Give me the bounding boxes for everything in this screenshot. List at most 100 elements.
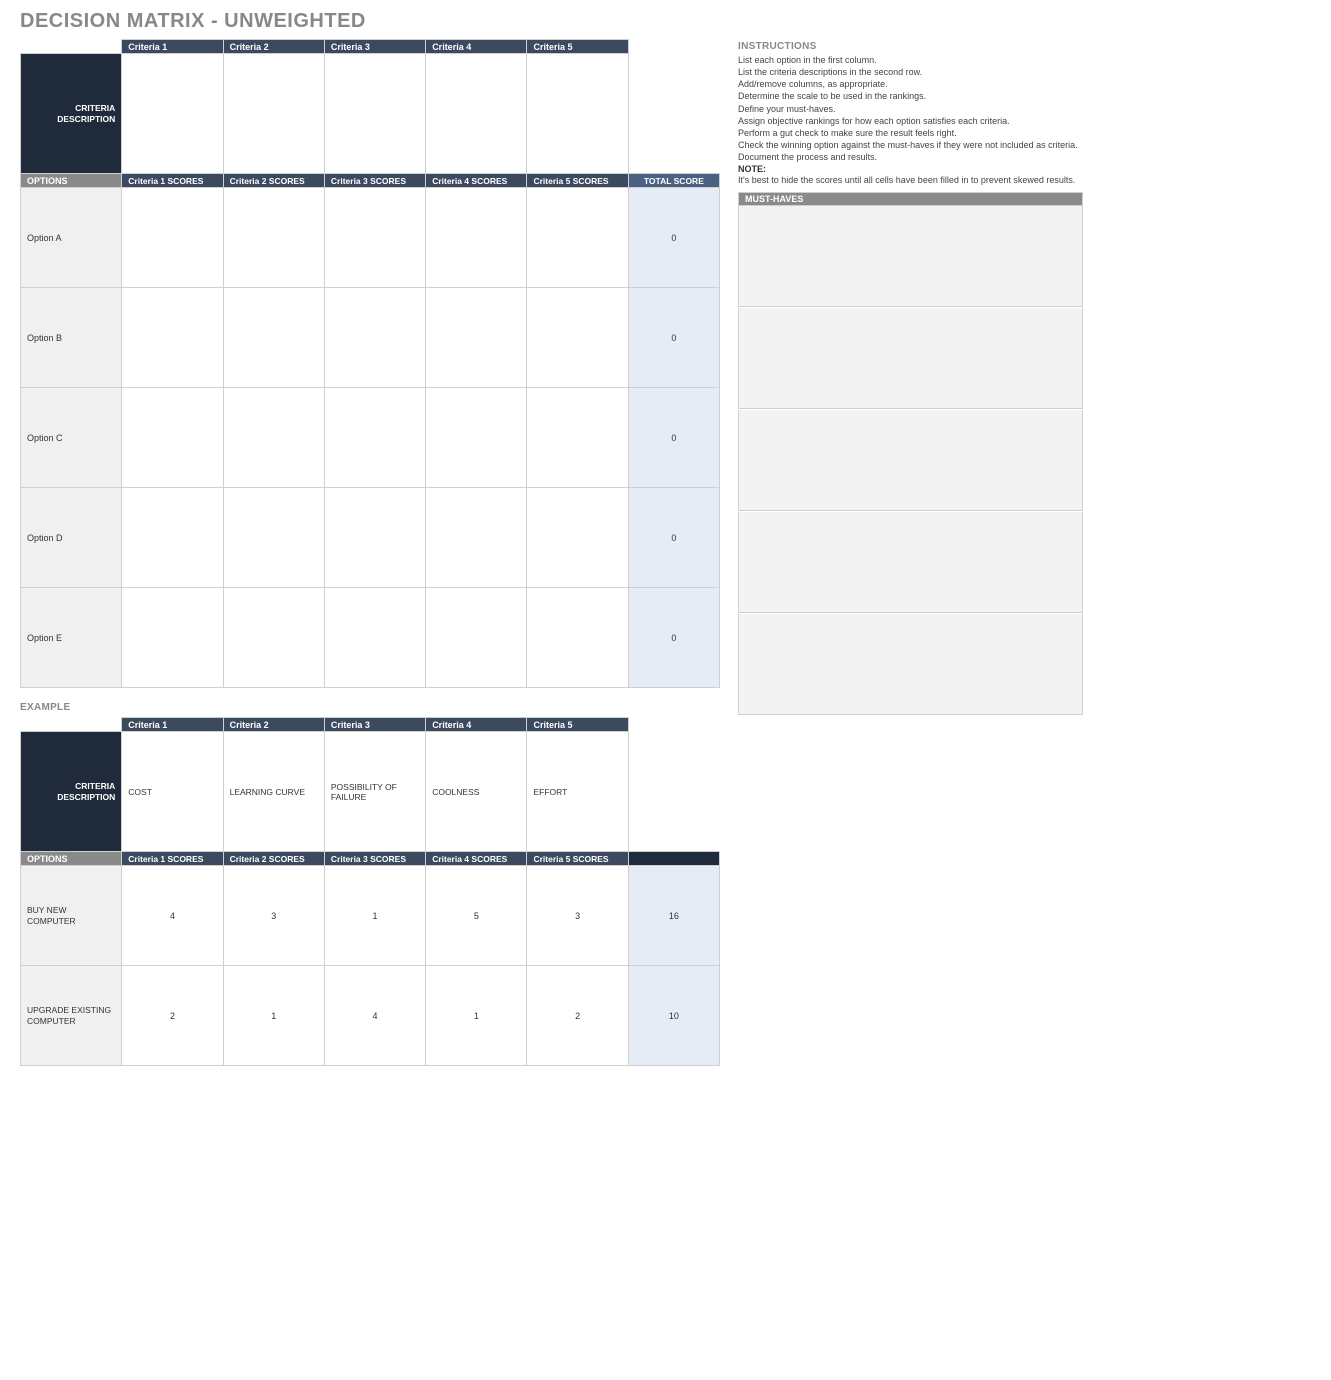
score-cell[interactable] (527, 288, 628, 388)
scores-header: Criteria 5 SCORES (527, 174, 628, 188)
score-cell: 2 (122, 966, 223, 1066)
criteria-header: Criteria 1 (122, 718, 223, 732)
score-cell[interactable] (527, 588, 628, 688)
criteria-description-label: CRITERIA DESCRIPTION (21, 732, 122, 852)
score-cell[interactable] (324, 388, 425, 488)
criteria-header: Criteria 1 (122, 40, 223, 54)
table-row: Option E 0 (21, 588, 720, 688)
score-cell[interactable] (324, 188, 425, 288)
total-score-cell: 0 (628, 488, 719, 588)
must-have-box[interactable] (738, 206, 1083, 307)
scores-header: Criteria 4 SCORES (426, 852, 527, 866)
criteria-description-cell: EFFORT (527, 732, 628, 852)
score-cell: 1 (324, 866, 425, 966)
options-header: OPTIONS (21, 852, 122, 866)
total-score-cell: 0 (628, 288, 719, 388)
blank-corner (628, 718, 719, 732)
score-cell[interactable] (223, 588, 324, 688)
criteria-header: Criteria 2 (223, 718, 324, 732)
score-cell[interactable] (426, 288, 527, 388)
instruction-line: Define your must-haves. (738, 103, 1083, 115)
instruction-note-label: NOTE: (738, 164, 1083, 174)
example-matrix-table: Criteria 1 Criteria 2 Criteria 3 Criteri… (20, 717, 720, 1066)
scores-header: Criteria 2 SCORES (223, 174, 324, 188)
score-cell[interactable] (223, 188, 324, 288)
criteria-header: Criteria 4 (426, 40, 527, 54)
option-label: UPGRADE EXISTING COMPUTER (21, 966, 122, 1066)
criteria-header: Criteria 5 (527, 40, 628, 54)
score-cell: 1 (426, 966, 527, 1066)
decision-matrix-table: Criteria 1 Criteria 2 Criteria 3 Criteri… (20, 39, 720, 688)
criteria-description-cell[interactable] (426, 54, 527, 174)
score-cell[interactable] (122, 388, 223, 488)
score-cell: 4 (122, 866, 223, 966)
option-label[interactable]: Option E (21, 588, 122, 688)
page-title: DECISION MATRIX - UNWEIGHTED (20, 10, 1311, 33)
score-cell[interactable] (426, 588, 527, 688)
option-label[interactable]: Option B (21, 288, 122, 388)
total-score-header (628, 852, 719, 866)
instructions-heading: INSTRUCTIONS (738, 41, 1083, 52)
criteria-description-cell[interactable] (527, 54, 628, 174)
criteria-header: Criteria 4 (426, 718, 527, 732)
score-cell[interactable] (426, 488, 527, 588)
table-row: BUY NEW COMPUTER 4 3 1 5 3 16 (21, 866, 720, 966)
blank-corner (628, 54, 719, 174)
must-have-box[interactable] (738, 614, 1083, 715)
must-have-box[interactable] (738, 410, 1083, 511)
scores-header: Criteria 2 SCORES (223, 852, 324, 866)
instruction-line: Document the process and results. (738, 151, 1083, 163)
instruction-line: List each option in the first column. (738, 54, 1083, 66)
score-cell[interactable] (122, 188, 223, 288)
option-label: BUY NEW COMPUTER (21, 866, 122, 966)
criteria-description-label: CRITERIA DESCRIPTION (21, 54, 122, 174)
blank-corner (628, 40, 719, 54)
scores-header: Criteria 5 SCORES (527, 852, 628, 866)
score-cell[interactable] (527, 388, 628, 488)
score-cell[interactable] (122, 488, 223, 588)
instruction-note-text: It's best to hide the scores until all c… (738, 174, 1083, 186)
scores-header: Criteria 3 SCORES (324, 174, 425, 188)
score-cell[interactable] (223, 388, 324, 488)
must-have-box[interactable] (738, 308, 1083, 409)
option-label[interactable]: Option D (21, 488, 122, 588)
score-cell[interactable] (223, 488, 324, 588)
total-score-cell: 16 (628, 866, 719, 966)
scores-header: Criteria 1 SCORES (122, 852, 223, 866)
score-cell[interactable] (324, 488, 425, 588)
total-score-cell: 0 (628, 188, 719, 288)
criteria-header: Criteria 2 (223, 40, 324, 54)
scores-header: Criteria 1 SCORES (122, 174, 223, 188)
example-heading: EXAMPLE (20, 702, 720, 713)
score-cell[interactable] (324, 288, 425, 388)
score-cell[interactable] (122, 588, 223, 688)
instruction-line: List the criteria descriptions in the se… (738, 66, 1083, 78)
score-cell[interactable] (324, 588, 425, 688)
options-header: OPTIONS (21, 174, 122, 188)
option-label[interactable]: Option C (21, 388, 122, 488)
scores-header: Criteria 3 SCORES (324, 852, 425, 866)
instruction-line: Perform a gut check to make sure the res… (738, 127, 1083, 139)
score-cell: 5 (426, 866, 527, 966)
criteria-header: Criteria 3 (324, 40, 425, 54)
score-cell: 3 (223, 866, 324, 966)
score-cell[interactable] (527, 488, 628, 588)
criteria-description-cell[interactable] (122, 54, 223, 174)
blank-corner (21, 40, 122, 54)
score-cell[interactable] (122, 288, 223, 388)
table-row: Option D 0 (21, 488, 720, 588)
blank-corner (628, 732, 719, 852)
score-cell[interactable] (223, 288, 324, 388)
table-row: Option A 0 (21, 188, 720, 288)
score-cell[interactable] (426, 188, 527, 288)
criteria-description-cell[interactable] (324, 54, 425, 174)
criteria-description-cell[interactable] (223, 54, 324, 174)
score-cell: 1 (223, 966, 324, 1066)
must-have-box[interactable] (738, 512, 1083, 613)
blank-corner (21, 718, 122, 732)
total-score-cell: 0 (628, 388, 719, 488)
total-score-header: TOTAL SCORE (628, 174, 719, 188)
score-cell[interactable] (426, 388, 527, 488)
score-cell[interactable] (527, 188, 628, 288)
option-label[interactable]: Option A (21, 188, 122, 288)
